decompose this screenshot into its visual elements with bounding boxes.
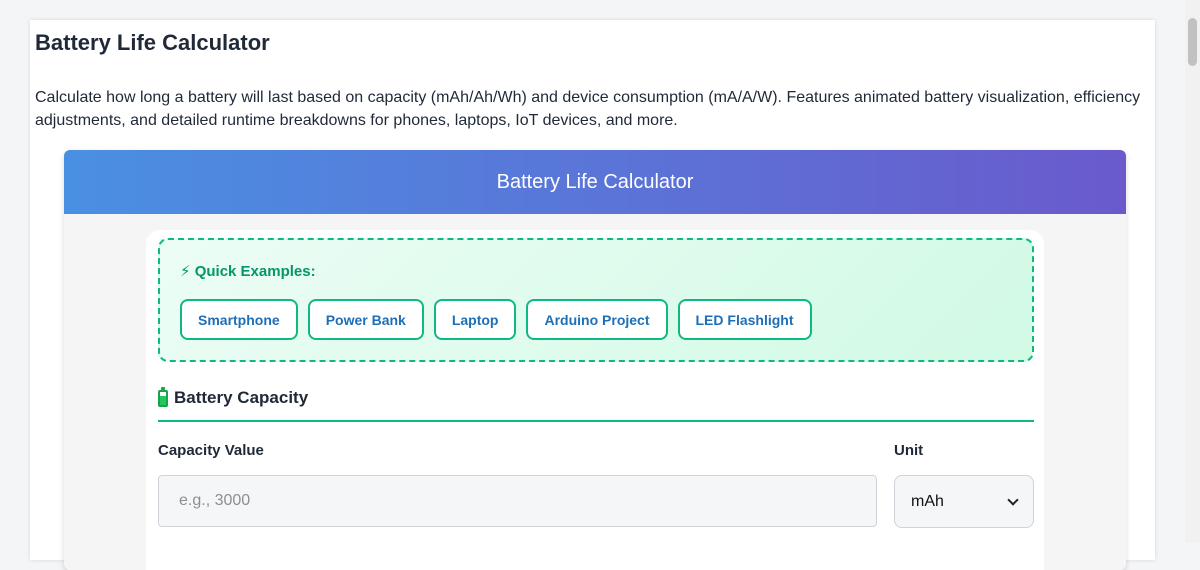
example-led-flashlight-button[interactable]: LED Flashlight <box>677 299 812 340</box>
example-smartphone-button[interactable]: Smartphone <box>180 299 298 340</box>
battery-capacity-title: Battery Capacity <box>174 388 309 407</box>
calculator-widget: Battery Life Calculator ⚡ Quick Examples… <box>64 150 1126 570</box>
calculator-header-title: Battery Life Calculator <box>496 170 694 193</box>
capacity-value-label: Capacity Value <box>158 442 264 459</box>
battery-icon <box>158 386 168 407</box>
example-power-bank-button[interactable]: Power Bank <box>307 299 424 340</box>
quick-examples-buttons: Smartphone Power Bank Laptop Arduino Pro… <box>180 299 812 340</box>
unit-select[interactable]: mAh <box>894 475 1034 528</box>
quick-examples-panel: ⚡ Quick Examples: Smartphone Power Bank … <box>158 238 1034 362</box>
capacity-value-input[interactable] <box>158 475 877 527</box>
section-divider <box>158 420 1034 422</box>
unit-select-value: mAh <box>911 492 944 510</box>
example-arduino-project-button[interactable]: Arduino Project <box>526 299 668 340</box>
page-title: Battery Life Calculator <box>35 30 270 55</box>
scrollbar-thumb[interactable] <box>1188 18 1197 66</box>
page-container: Battery Life Calculator Calculate how lo… <box>30 20 1155 570</box>
calculator-header: Battery Life Calculator <box>64 150 1126 214</box>
example-laptop-button[interactable]: Laptop <box>433 299 517 340</box>
page-description: Calculate how long a battery will last b… <box>35 89 1141 129</box>
page-scrollbar[interactable] <box>1185 0 1200 543</box>
chevron-down-icon <box>1007 493 1019 506</box>
unit-label: Unit <box>894 442 924 459</box>
quick-examples-title: ⚡ Quick Examples: <box>180 263 316 280</box>
calculator-card: ⚡ Quick Examples: Smartphone Power Bank … <box>146 230 1044 570</box>
battery-capacity-heading: Battery Capacity <box>158 386 309 408</box>
